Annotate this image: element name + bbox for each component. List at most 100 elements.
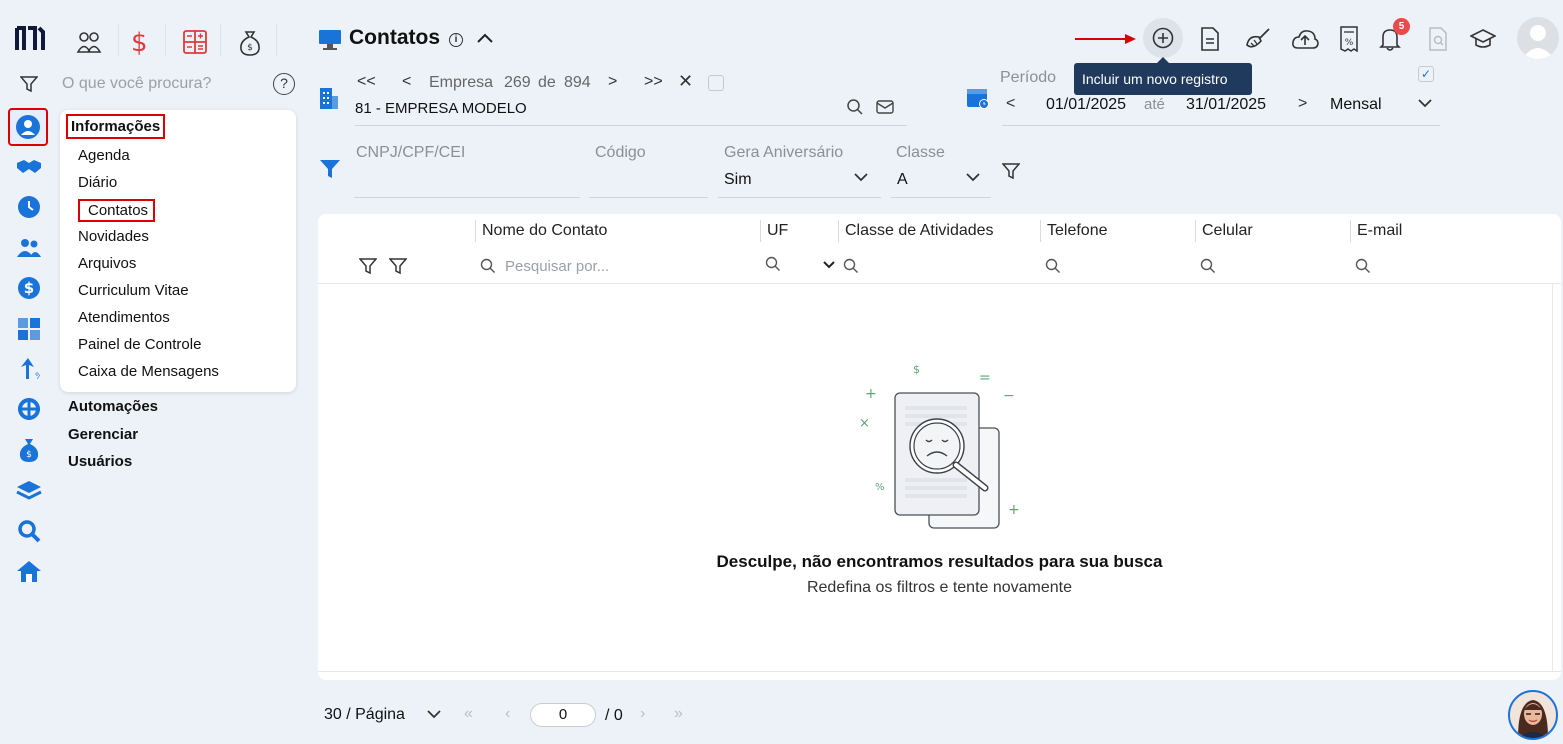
nome-search-icon[interactable]	[480, 258, 496, 274]
menu-section-gerenciar[interactable]: Gerenciar	[68, 426, 138, 443]
dollar-shortcut-icon[interactable]: $	[131, 28, 148, 58]
clock-icon[interactable]	[12, 190, 46, 224]
period-underline	[1002, 125, 1440, 126]
page-next-icon[interactable]: ›	[640, 705, 645, 723]
col-email[interactable]: E-mail	[1357, 222, 1402, 240]
code-label: Código	[595, 144, 646, 161]
add-record-button[interactable]	[1143, 18, 1183, 58]
global-search-input[interactable]: O que você procura?	[62, 75, 211, 93]
menu-item-painel[interactable]: Painel de Controle	[78, 336, 201, 353]
page-first-icon[interactable]: «	[464, 705, 473, 723]
contacts-module-icon[interactable]	[8, 108, 48, 146]
page-prev-icon[interactable]: ‹	[505, 705, 510, 723]
search-module-icon[interactable]	[12, 514, 46, 548]
birthday-select[interactable]: Sim	[724, 171, 752, 189]
period-checkbox[interactable]: ✓	[1418, 66, 1434, 82]
document-icon[interactable]	[1193, 22, 1227, 56]
per-page-chevron-icon[interactable]	[427, 710, 441, 719]
settings-icon[interactable]	[12, 392, 46, 426]
classe-search-icon[interactable]	[843, 258, 859, 274]
dollar-icon[interactable]: $	[12, 271, 46, 305]
report-search-icon[interactable]	[1421, 22, 1455, 56]
app-logo[interactable]	[14, 24, 46, 54]
next-company-icon[interactable]: >	[608, 73, 617, 91]
col-telefone[interactable]: Telefone	[1047, 222, 1108, 240]
telefone-search-icon[interactable]	[1045, 258, 1061, 274]
user-avatar[interactable]	[1517, 17, 1559, 59]
company-index: 269	[504, 74, 531, 91]
help-icon[interactable]: ?	[273, 73, 295, 95]
empty-state-illustration: $ = + − × % +	[855, 360, 1025, 535]
menu-section-informacoes[interactable]: Informações	[66, 114, 166, 139]
page-input[interactable]: 0	[530, 703, 596, 727]
menu-section-usuarios[interactable]: Usuários	[68, 453, 132, 470]
company-mail-icon[interactable]	[876, 100, 894, 114]
first-page-icon[interactable]: <<	[357, 73, 376, 91]
row-filter-icon[interactable]	[359, 257, 377, 275]
class-label: Classe	[896, 144, 945, 161]
col-celular[interactable]: Celular	[1202, 222, 1253, 240]
menu-item-mensagens[interactable]: Caixa de Mensagens	[78, 363, 219, 380]
celular-search-icon[interactable]	[1200, 258, 1216, 274]
class-underline	[891, 197, 991, 198]
per-page-select[interactable]: 30 / Página	[324, 706, 405, 724]
col-uf[interactable]: UF	[767, 222, 788, 240]
period-next-icon[interactable]: >	[1298, 95, 1307, 113]
menu-item-curriculum[interactable]: Curriculum Vitae	[78, 282, 189, 299]
money-bag-icon[interactable]: $	[12, 433, 46, 467]
birthday-chevron-icon[interactable]	[853, 172, 869, 182]
clear-company-icon[interactable]: ✕	[678, 71, 693, 92]
assistant-avatar[interactable]	[1508, 690, 1558, 740]
period-to[interactable]: 31/01/2025	[1186, 96, 1266, 114]
last-page-icon[interactable]: >>	[644, 73, 663, 91]
cnpj-field[interactable]	[354, 197, 580, 198]
svg-text:%: %	[35, 372, 40, 381]
company-checkbox[interactable]	[708, 75, 724, 91]
calculator-shortcut-icon[interactable]	[183, 30, 207, 54]
period-from[interactable]: 01/01/2025	[1046, 96, 1126, 114]
money-bag-shortcut-icon[interactable]: $	[239, 30, 261, 56]
menu-item-arquivos[interactable]: Arquivos	[78, 255, 136, 272]
users-icon[interactable]	[12, 231, 46, 265]
menu-item-atendimentos[interactable]: Atendimentos	[78, 309, 170, 326]
period-mode[interactable]: Mensal	[1330, 96, 1382, 114]
menu-item-novidades[interactable]: Novidades	[78, 228, 149, 245]
people-group-icon[interactable]	[76, 30, 102, 54]
calculator-icon[interactable]	[12, 312, 46, 346]
layers-icon[interactable]	[12, 474, 46, 508]
nome-search-input[interactable]: Pesquisar por...	[505, 258, 609, 275]
company-name[interactable]: 81 - EMPRESA MODELO	[355, 100, 527, 117]
code-field[interactable]	[589, 197, 708, 198]
page-last-icon[interactable]: »	[674, 705, 683, 723]
period-prev-icon[interactable]: <	[1006, 95, 1015, 113]
home-icon[interactable]	[12, 554, 46, 588]
period-mode-chevron-icon[interactable]	[1417, 98, 1433, 108]
email-search-icon[interactable]	[1355, 258, 1371, 274]
growth-icon[interactable]: %	[12, 352, 46, 386]
apply-filter-icon[interactable]	[1002, 162, 1020, 180]
info-icon[interactable]: i	[449, 33, 463, 47]
class-select[interactable]: A	[897, 171, 908, 189]
monitor-icon	[318, 29, 342, 51]
company-total: 894	[564, 74, 591, 91]
company-search-icon[interactable]	[846, 98, 864, 116]
menu-item-agenda[interactable]: Agenda	[78, 147, 130, 164]
tax-receipt-icon[interactable]: %	[1332, 22, 1366, 56]
menu-section-automacoes[interactable]: Automações	[68, 398, 158, 415]
broom-icon[interactable]	[1241, 22, 1275, 56]
cloud-upload-icon[interactable]	[1288, 22, 1322, 56]
col-classe[interactable]: Classe de Atividades	[845, 222, 994, 240]
handshake-icon[interactable]	[12, 150, 46, 184]
graduation-cap-icon[interactable]	[1466, 22, 1500, 56]
uf-search-icon[interactable]	[765, 256, 781, 272]
class-chevron-icon[interactable]	[965, 172, 981, 182]
col-nome[interactable]: Nome do Contato	[482, 222, 607, 240]
prev-company-icon[interactable]: <	[402, 73, 411, 91]
uf-dropdown-chevron-icon[interactable]	[823, 261, 835, 269]
row-filter-alt-icon[interactable]	[389, 257, 407, 275]
filter-icon[interactable]	[20, 75, 38, 93]
table-scrollbar[interactable]	[1552, 284, 1560, 672]
collapse-chevron-icon[interactable]	[476, 32, 494, 44]
menu-item-diario[interactable]: Diário	[78, 174, 117, 191]
menu-item-contatos[interactable]: Contatos	[78, 199, 156, 222]
